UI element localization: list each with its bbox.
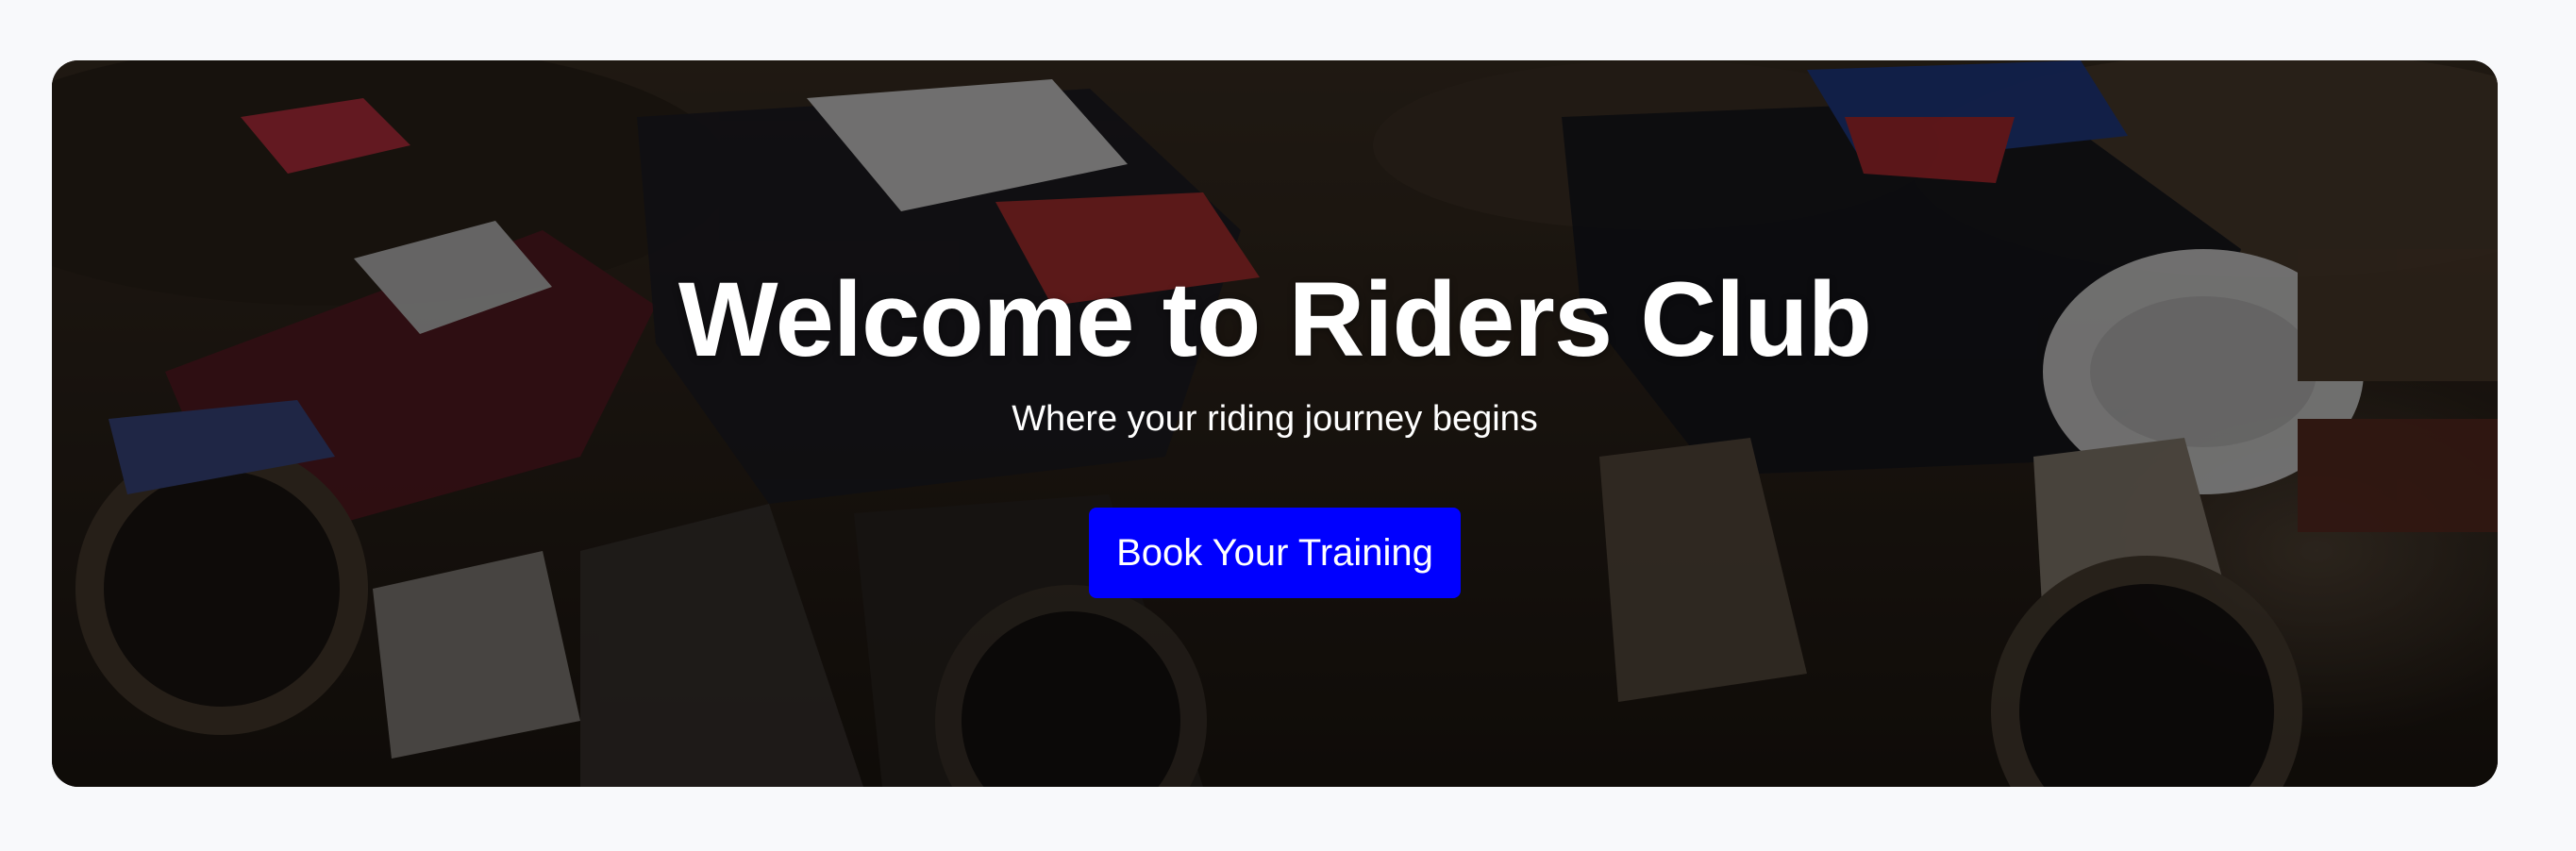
hero-content: Welcome to Riders Club Where your riding…: [52, 60, 2498, 787]
hero-subtitle: Where your riding journey begins: [1012, 399, 1538, 439]
hero-title: Welcome to Riders Club: [677, 260, 1872, 378]
hero-banner: Welcome to Riders Club Where your riding…: [52, 60, 2498, 787]
book-training-button[interactable]: Book Your Training: [1089, 508, 1461, 598]
